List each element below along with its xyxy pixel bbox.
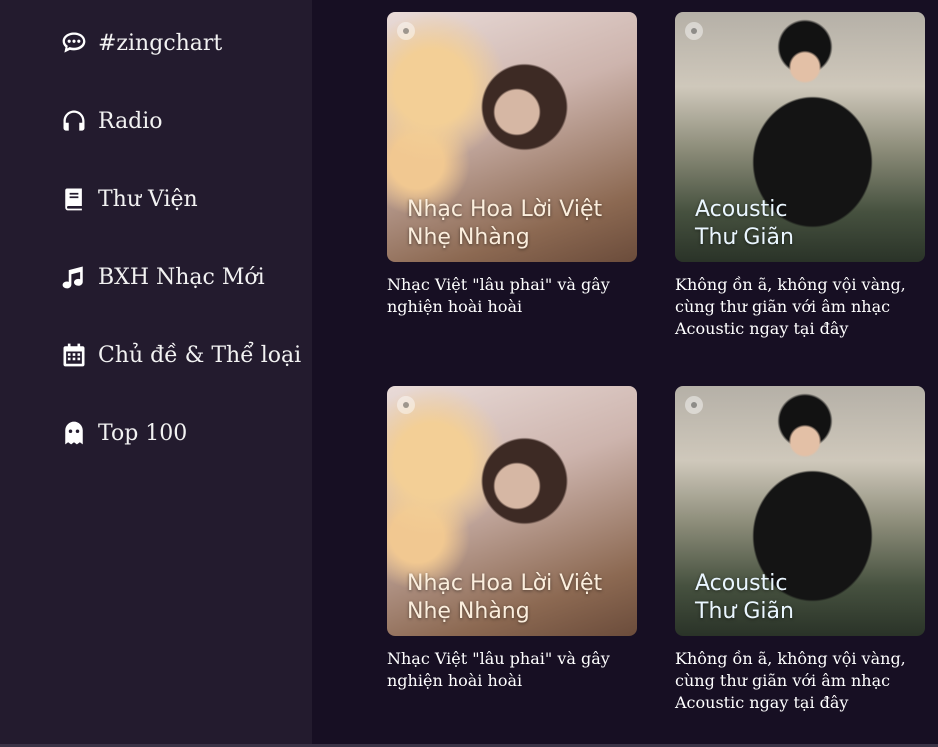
playlist-card[interactable]: Nhạc Hoa Lời Việt Nhẹ Nhàng Nhạc Việt "l… — [387, 12, 639, 318]
disc-icon — [397, 22, 415, 40]
sidebar-item-label: #zingchart — [98, 30, 223, 56]
sidebar-item-top100[interactable]: Top 100 — [60, 415, 187, 451]
disc-icon — [685, 396, 703, 414]
playlist-description: Không ồn ã, không vội vàng, cùng thư giã… — [675, 649, 906, 712]
music-note-icon — [62, 266, 83, 289]
ghost-icon — [65, 421, 83, 445]
playlist-card[interactable]: Acoustic Thư Giãn Không ồn ã, không vội … — [675, 12, 927, 340]
playlist-card[interactable]: Nhạc Hoa Lời Việt Nhẹ Nhàng Nhạc Việt "l… — [387, 386, 639, 692]
chat-icon — [62, 32, 86, 53]
playlist-card[interactable]: Acoustic Thư Giãn Không ồn ã, không vội … — [675, 386, 927, 714]
sidebar-item-radio[interactable]: Radio — [60, 103, 163, 139]
playlist-description: Không ồn ã, không vội vàng, cùng thư giã… — [675, 275, 906, 338]
sidebar-item-label: Thư Viện — [98, 186, 198, 212]
playlist-thumbnail[interactable]: Nhạc Hoa Lời Việt Nhẹ Nhàng — [387, 386, 637, 636]
main-content: Nhạc Hoa Lời Việt Nhẹ Nhàng Nhạc Việt "l… — [312, 0, 938, 747]
sidebar-item-zingchart[interactable]: #zingchart — [60, 25, 222, 61]
calendar-icon — [63, 343, 85, 367]
sidebar: #zingchart Radio Thư Viện BXH Nhạc Mới C… — [0, 0, 312, 747]
thumbnail-title: Acoustic Thư Giãn — [695, 571, 794, 624]
playlist-thumbnail[interactable]: Acoustic Thư Giãn — [675, 12, 925, 262]
playlist-description: Nhạc Việt "lâu phai" và gây nghiện hoài … — [387, 275, 610, 316]
disc-icon — [397, 396, 415, 414]
thumbnail-title: Nhạc Hoa Lời Việt Nhẹ Nhàng — [407, 197, 603, 250]
thumbnail-title: Nhạc Hoa Lời Việt Nhẹ Nhàng — [407, 571, 603, 624]
sidebar-item-new-chart[interactable]: BXH Nhạc Mới — [60, 259, 265, 295]
thumbnail-title: Acoustic Thư Giãn — [695, 197, 794, 250]
playlist-thumbnail[interactable]: Acoustic Thư Giãn — [675, 386, 925, 636]
disc-icon — [685, 22, 703, 40]
sidebar-item-label: Top 100 — [98, 420, 188, 446]
book-icon — [65, 188, 82, 211]
sidebar-item-label: BXH Nhạc Mới — [98, 264, 265, 290]
sidebar-item-label: Chủ đề & Thể loại — [98, 342, 302, 368]
sidebar-item-library[interactable]: Thư Viện — [60, 181, 198, 217]
headphones-icon — [63, 110, 85, 131]
sidebar-item-genres[interactable]: Chủ đề & Thể loại — [60, 337, 301, 373]
playlist-thumbnail[interactable]: Nhạc Hoa Lời Việt Nhẹ Nhàng — [387, 12, 637, 262]
playlist-description: Nhạc Việt "lâu phai" và gây nghiện hoài … — [387, 649, 610, 690]
sidebar-item-label: Radio — [98, 108, 163, 134]
